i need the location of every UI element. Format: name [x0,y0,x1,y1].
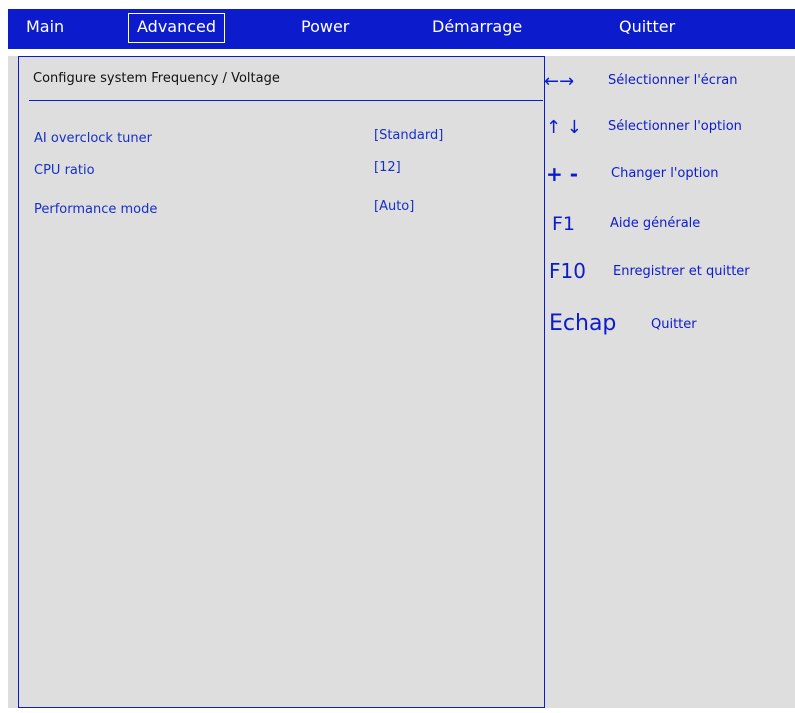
tab-quitter[interactable]: Quitter [619,9,675,49]
tab-power[interactable]: Power [301,9,349,49]
f1-key: F1 [552,213,576,235]
setting-value[interactable]: [Standard] [374,128,443,143]
setting-cpu-ratio[interactable]: CPU ratio [12] [19,160,544,185]
page-title: Configure system Frequency / Voltage [33,71,280,86]
tab-advanced[interactable]: Advanced [128,13,226,43]
tab-main[interactable]: Main [26,9,64,49]
setting-value[interactable]: [Auto] [374,199,414,214]
setting-label: CPU ratio [34,163,95,178]
escape-key: Echap [549,311,617,336]
up-down-arrows-icon: ↑ ↓ [546,117,582,138]
tab-demarrage[interactable]: Démarrage [432,9,522,49]
help-description: Quitter [651,317,697,332]
help-description: Aide générale [610,216,701,231]
help-description: Sélectionner l'option [608,119,742,134]
panel-divider [544,56,545,708]
setting-performance-mode[interactable]: Performance mode [Auto] [19,199,544,224]
settings-frame: Configure system Frequency / Voltage AI … [18,56,544,708]
content-panel: Configure system Frequency / Voltage AI … [8,56,795,708]
help-description: Changer l'option [611,166,719,181]
setting-label: Performance mode [34,202,158,217]
f10-key: F10 [549,259,586,283]
help-description: Sélectionner l'écran [608,73,738,88]
plus-minus-icon: + - [546,162,579,186]
setting-value[interactable]: [12] [374,160,401,175]
left-right-arrows-icon: ←→ [544,71,575,92]
help-description: Enregistrer et quitter [613,264,750,279]
title-divider [29,100,543,101]
menu-bar: Main Advanced Power Démarrage Quitter [8,9,795,49]
setting-label: AI overclock tuner [34,131,153,146]
setting-ai-overclock-tuner[interactable]: AI overclock tuner [Standard] [19,128,544,153]
